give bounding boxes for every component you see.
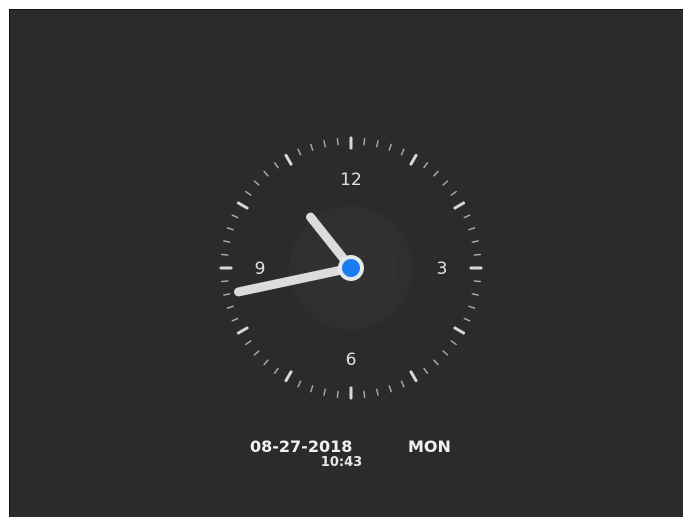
minute-tick bbox=[468, 305, 476, 309]
minute-tick bbox=[231, 317, 239, 322]
minute-tick bbox=[388, 385, 392, 393]
minute-tick bbox=[223, 293, 231, 296]
hour-tick bbox=[453, 326, 466, 335]
minute-tick bbox=[388, 143, 392, 151]
minute-tick bbox=[297, 380, 302, 388]
minute-tick bbox=[433, 359, 439, 366]
minute-tick bbox=[471, 293, 479, 296]
minute-tick bbox=[463, 214, 471, 219]
minute-tick bbox=[473, 280, 481, 283]
minute-tick bbox=[273, 162, 279, 169]
minute-tick bbox=[463, 317, 471, 322]
minute-tick bbox=[310, 385, 314, 393]
minute-tick bbox=[363, 138, 366, 146]
minute-tick bbox=[323, 388, 326, 396]
minute-tick bbox=[400, 148, 405, 156]
numeral-6: 6 bbox=[346, 350, 357, 370]
center-pivot-dot bbox=[342, 259, 360, 277]
minute-tick bbox=[253, 180, 260, 186]
minute-tick bbox=[423, 367, 429, 374]
numeral-12: 12 bbox=[340, 170, 362, 190]
minute-tick bbox=[263, 170, 269, 177]
minute-tick bbox=[253, 350, 260, 356]
minute-tick bbox=[450, 190, 457, 196]
digital-time-label: 10:43 bbox=[320, 455, 363, 470]
minute-tick bbox=[297, 148, 302, 156]
numeral-9: 9 bbox=[255, 259, 266, 279]
hour-tick bbox=[284, 153, 293, 166]
minute-tick bbox=[221, 280, 229, 283]
numeral-3: 3 bbox=[437, 259, 448, 279]
hour-tick bbox=[409, 370, 418, 383]
hour-tick bbox=[409, 153, 418, 166]
minute-tick bbox=[442, 180, 449, 186]
minute-tick bbox=[376, 140, 379, 148]
minute-tick bbox=[273, 367, 279, 374]
minute-tick bbox=[423, 162, 429, 169]
minute-tick bbox=[400, 380, 405, 388]
hour-tick bbox=[284, 370, 293, 383]
minute-tick bbox=[263, 359, 269, 366]
minute-tick bbox=[336, 390, 339, 398]
date-label: 08-27-2018 bbox=[250, 437, 353, 456]
minute-tick bbox=[221, 253, 229, 256]
minute-tick bbox=[245, 340, 252, 346]
weekday-label: MON bbox=[408, 437, 451, 456]
hour-tick bbox=[453, 201, 466, 210]
minute-tick bbox=[226, 305, 234, 309]
minute-tick bbox=[231, 214, 239, 219]
minute-tick bbox=[310, 143, 314, 151]
clock-widget: 12 3 6 9 08-27-2018 MON bbox=[9, 9, 683, 517]
minute-tick bbox=[226, 227, 234, 231]
minute-tick bbox=[473, 253, 481, 256]
minute-tick bbox=[223, 240, 231, 243]
minute-tick bbox=[450, 340, 457, 346]
minute-tick bbox=[336, 138, 339, 146]
minute-tick bbox=[376, 388, 379, 396]
hour-tick bbox=[236, 326, 249, 335]
minute-tick bbox=[245, 190, 252, 196]
minute-tick bbox=[433, 170, 439, 177]
minute-tick bbox=[363, 390, 366, 398]
minute-tick bbox=[468, 227, 476, 231]
minute-tick bbox=[442, 350, 449, 356]
hour-tick bbox=[236, 201, 249, 210]
minute-tick bbox=[323, 140, 326, 148]
minute-tick bbox=[471, 240, 479, 243]
